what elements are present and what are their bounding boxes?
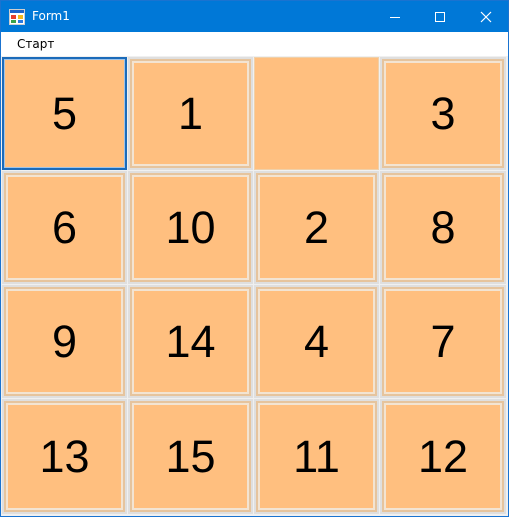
- tile-button[interactable]: 6: [2, 171, 127, 284]
- tile-button[interactable]: 11: [254, 399, 379, 514]
- minimize-icon: [389, 16, 400, 18]
- close-button[interactable]: [463, 1, 508, 32]
- tile-button[interactable]: 10: [128, 171, 253, 284]
- tile-button[interactable]: 15: [128, 399, 253, 514]
- maximize-button[interactable]: [417, 1, 462, 32]
- window-title: Form1: [32, 9, 70, 23]
- puzzle-board: 5 1 3 6 10 2 8 9 14 4 7 13 15 11 12: [2, 57, 507, 515]
- tile-button[interactable]: 1: [128, 57, 253, 170]
- tile-button[interactable]: 14: [128, 285, 253, 398]
- tile-button[interactable]: 9: [2, 285, 127, 398]
- tile-button[interactable]: 7: [380, 285, 506, 398]
- minimize-button[interactable]: [372, 1, 417, 32]
- close-icon: [480, 11, 491, 22]
- menu-bar: Старт: [1, 32, 508, 57]
- maximize-icon: [434, 11, 445, 22]
- title-bar[interactable]: Form1: [1, 1, 508, 32]
- tile-button[interactable]: 8: [380, 171, 506, 284]
- tile-button[interactable]: 3: [380, 57, 506, 170]
- app-form-icon: [9, 9, 25, 25]
- tile-button[interactable]: 2: [254, 171, 379, 284]
- tile-button[interactable]: 13: [2, 399, 127, 514]
- tile-button[interactable]: 4: [254, 285, 379, 398]
- tile-button[interactable]: 12: [380, 399, 506, 514]
- tile-button[interactable]: 5: [2, 57, 127, 170]
- menu-item-start[interactable]: Старт: [10, 36, 61, 53]
- empty-tile[interactable]: [254, 57, 379, 170]
- form1-window: Form1 Старт 5 1 3 6 10 2 8 9 14 4 7 13 15 11 12: [0, 0, 509, 517]
